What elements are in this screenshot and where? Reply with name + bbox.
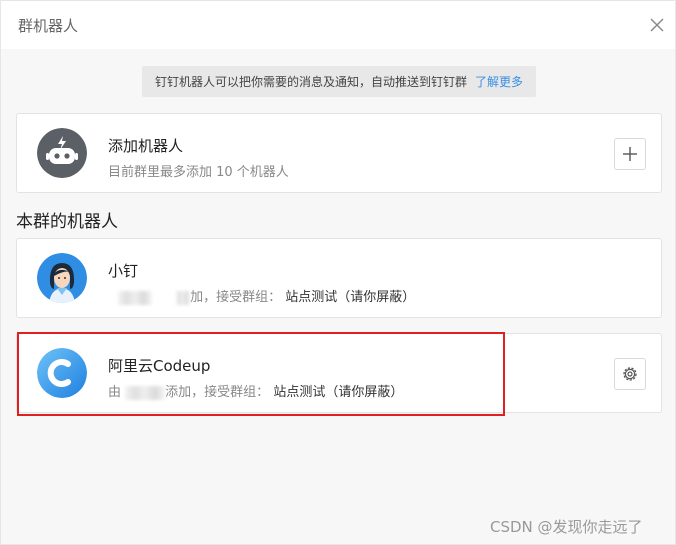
dialog-title: 群机器人 bbox=[18, 17, 79, 35]
robot-group-name: 站点测试（请你屏蔽） bbox=[285, 290, 416, 305]
add-robot-card[interactable]: 添加机器人 目前群里最多添加 10 个机器人 bbox=[16, 113, 662, 193]
watermark: CSDN @发现你走远了 bbox=[490, 518, 643, 536]
info-notice: 钉钉机器人可以把你需要的消息及通知，自动推送到钉钉群 了解更多 bbox=[142, 66, 536, 97]
robot-added-text: 添加，接受群组： bbox=[165, 385, 270, 400]
plus-icon bbox=[623, 147, 637, 161]
close-icon[interactable] bbox=[648, 16, 666, 34]
add-robot-title: 添加机器人 bbox=[108, 137, 184, 155]
redacted-user bbox=[176, 290, 191, 305]
robot-added-text: 加，接受群组： bbox=[190, 290, 282, 305]
learn-more-link[interactable]: 了解更多 bbox=[475, 73, 523, 90]
codeup-logo bbox=[37, 348, 87, 398]
girl-avatar bbox=[37, 253, 87, 303]
robot-name: 小钉 bbox=[108, 262, 139, 280]
add-robot-button[interactable] bbox=[614, 138, 646, 170]
robot-by-text: 由 bbox=[108, 385, 122, 400]
notice-text: 钉钉机器人可以把你需要的消息及通知，自动推送到钉钉群 bbox=[154, 75, 467, 89]
robot-settings-button[interactable] bbox=[614, 358, 646, 390]
robot-group-name: 站点测试（请你屏蔽） bbox=[273, 385, 404, 400]
robot-description: 加，接受群组： 站点测试（请你屏蔽） bbox=[108, 286, 415, 305]
robot-dialog: 群机器人 钉钉机器人可以把你需要的消息及通知，自动推送到钉钉群 了解更多 添加机… bbox=[0, 0, 676, 545]
redacted-user bbox=[125, 385, 166, 400]
gear-icon bbox=[623, 367, 637, 381]
robot-name: 阿里云Codeup bbox=[108, 357, 211, 375]
dialog-header: 群机器人 bbox=[1, 1, 675, 49]
robot-card-xiaoding[interactable]: 小钉 加，接受群组： 站点测试（请你屏蔽） bbox=[16, 238, 662, 318]
robot-description: 由 添加，接受群组： 站点测试（请你屏蔽） bbox=[108, 381, 403, 400]
redacted-user bbox=[118, 290, 152, 305]
robot-card-codeup[interactable]: 阿里云Codeup 由 添加，接受群组： 站点测试（请你屏蔽） bbox=[16, 333, 662, 413]
add-robot-subtitle: 目前群里最多添加 10 个机器人 bbox=[108, 165, 289, 180]
section-title: 本群的机器人 bbox=[16, 212, 118, 232]
robot-icon bbox=[37, 128, 87, 178]
